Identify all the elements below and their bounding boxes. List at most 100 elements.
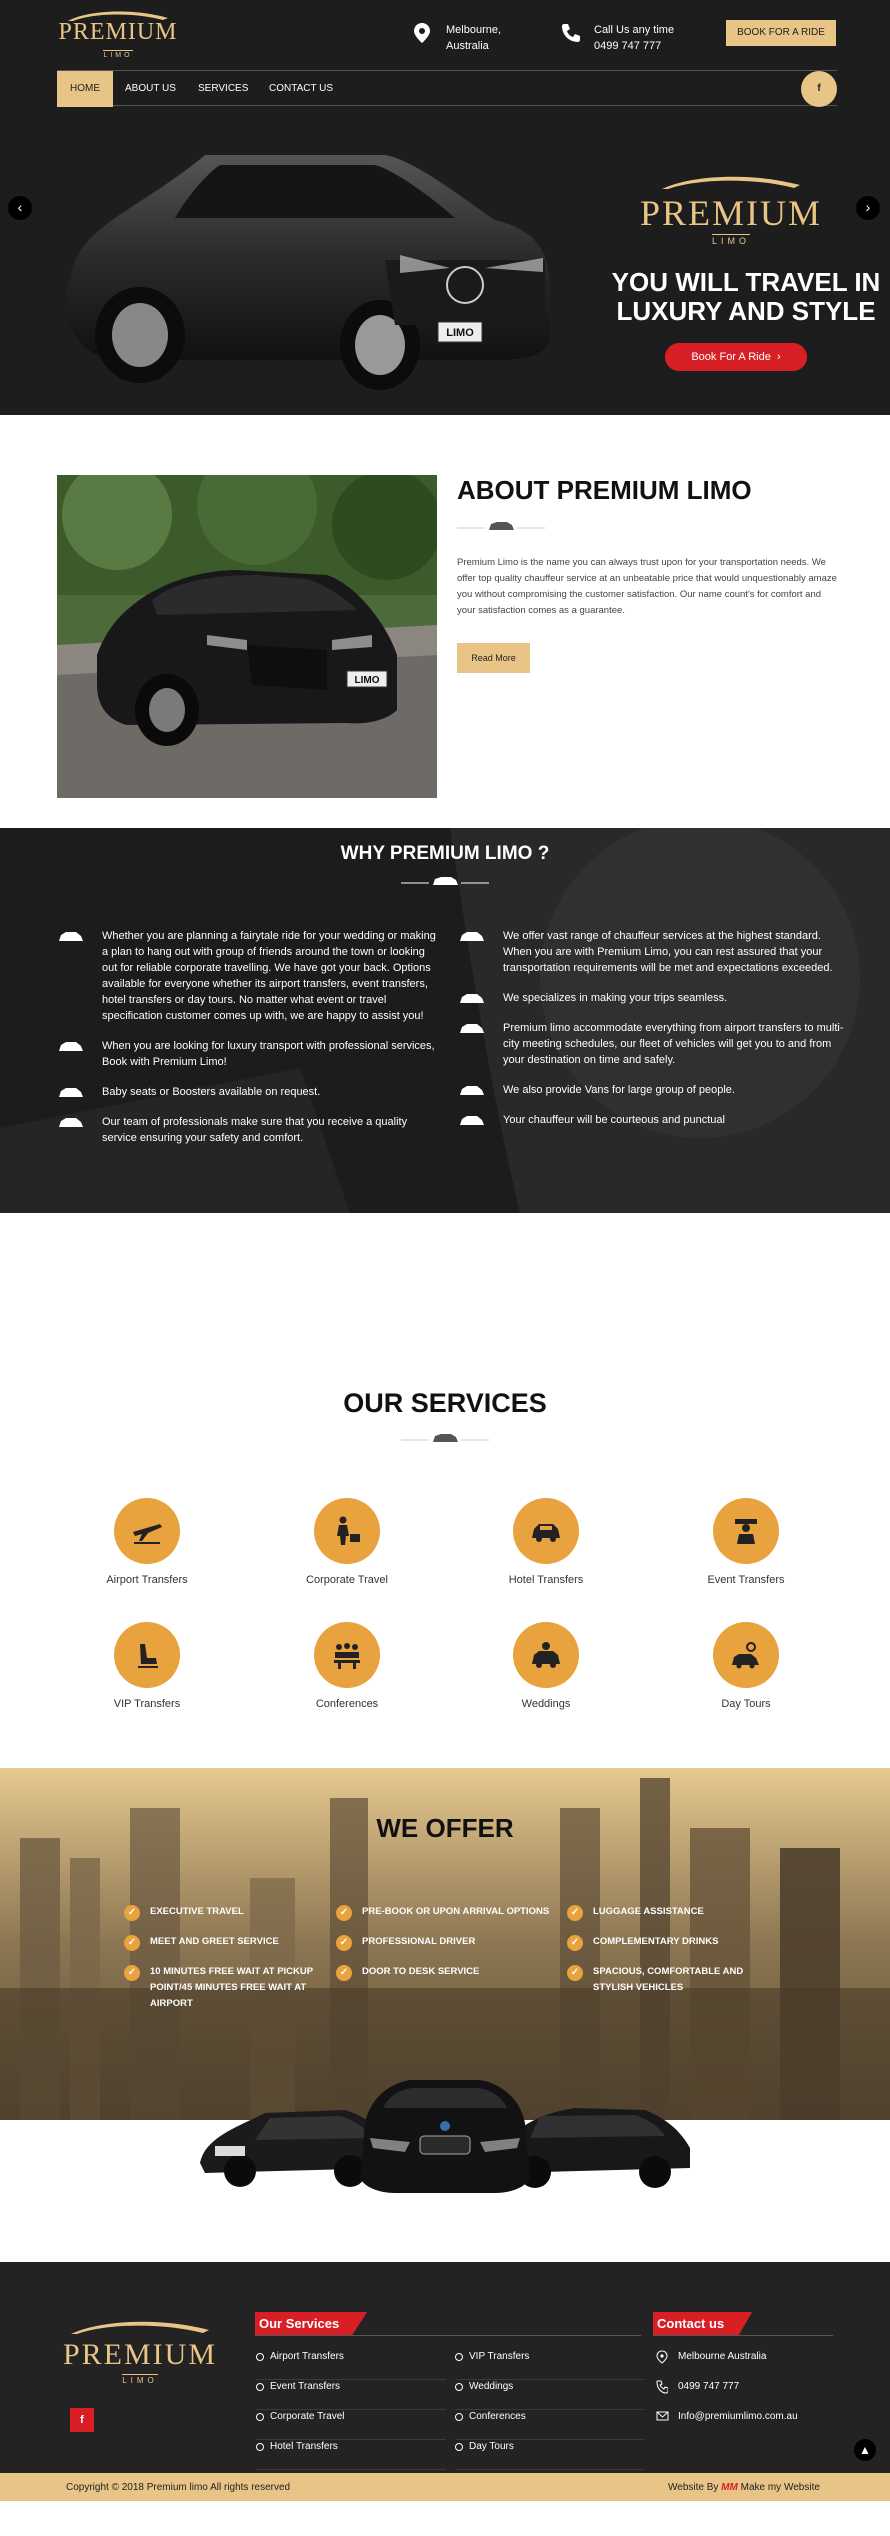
offer-column-3: ✓ LUGGAGE ASSISTANCE ✓ COMPLEMENTARY DRINK… <box>567 1904 757 2010</box>
logo-text: PREMIUM <box>58 19 178 45</box>
about-text: Premium Limo is the name you can always … <box>457 557 837 616</box>
envelope-icon <box>656 2411 669 2421</box>
car-divider-icon <box>401 1434 489 1442</box>
fleet-cars-image <box>200 2080 690 2193</box>
why-item: When you are looking for luxury transpor… <box>58 1038 443 1070</box>
offer-item: ✓ PRE-BOOK OR UPON ARRIVAL OPTIONS <box>336 1904 551 1921</box>
footer-link[interactable]: Hotel Transfers <box>256 2440 446 2470</box>
offer-text: SPACIOUS, COMFORTABLE AND STYLISH VEHICL… <box>593 1966 744 1993</box>
car-icon <box>460 932 484 941</box>
nav-about-us[interactable]: ABOUT US <box>112 71 189 107</box>
read-more-button[interactable]: Read More <box>457 643 530 673</box>
scroll-to-top-button[interactable]: ▲ <box>854 2439 876 2461</box>
phone-icon <box>656 2380 668 2394</box>
footer-logo[interactable]: PREMIUM LIMO <box>60 2317 220 2388</box>
footer-link[interactable]: Airport Transfers <box>256 2350 446 2380</box>
header-phone[interactable]: 0499 747 777 <box>594 38 674 54</box>
facebook-icon[interactable]: f <box>70 2408 94 2432</box>
hero-car-image: LIMO <box>66 155 551 390</box>
hero-logo: PREMIUM LIMO <box>636 172 826 249</box>
car-icon <box>59 1118 83 1127</box>
services-title: OUR SERVICES <box>343 1388 547 1418</box>
hero-book-button[interactable]: Book For A Ride › <box>665 343 807 371</box>
footer-link[interactable]: Conferences <box>455 2410 645 2440</box>
website-credit[interactable]: Website By MM Make my Website <box>668 2482 820 2493</box>
car-icon <box>460 1116 484 1125</box>
hero-book-label: Book For A Ride <box>691 351 771 363</box>
footer-link[interactable]: Corporate Travel <box>256 2410 446 2440</box>
footer-address: Melbourne Australia <box>654 2350 798 2380</box>
footer-link[interactable]: Day Tours <box>455 2440 645 2470</box>
service-corporate-travel[interactable]: Corporate Travel <box>262 1498 432 1586</box>
footer-link[interactable]: Weddings <box>455 2380 645 2410</box>
logo[interactable]: PREMIUM LIMO <box>58 8 178 60</box>
slider-next-button[interactable]: › <box>856 196 880 220</box>
why-item: Baby seats or Boosters available on requ… <box>58 1084 443 1100</box>
chevron-right-icon: › <box>773 351 781 363</box>
bottom-bar: Copyright © 2018 Premium limo All rights… <box>0 2473 890 2501</box>
offer-text: MEET AND GREET SERVICE <box>150 1936 279 1947</box>
footer-phone[interactable]: 0499 747 777 <box>654 2380 798 2410</box>
location-line1: Melbourne, <box>446 24 502 36</box>
offer-item: ✓ DOOR TO DESK SERVICE <box>336 1964 551 1981</box>
service-day-tours[interactable]: Day Tours <box>661 1622 831 1710</box>
why-text: Whether you are planning a fairytale rid… <box>102 930 436 1022</box>
make-my-website-logo: MM <box>721 2482 738 2493</box>
service-label: Corporate Travel <box>306 1574 388 1586</box>
facebook-icon[interactable]: f <box>801 71 837 107</box>
check-icon: ✓ <box>567 1935 583 1951</box>
why-text: We also provide Vans for large group of … <box>503 1084 735 1096</box>
nav-home[interactable]: HOME <box>57 71 113 107</box>
seat-icon <box>138 1644 158 1668</box>
why-text: We offer vast range of chauffeur service… <box>503 930 833 974</box>
map-pin-icon <box>414 23 430 43</box>
check-icon: ✓ <box>336 1905 352 1921</box>
offer-item: ✓ SPACIOUS, COMFORTABLE AND STYLISH VEHIC… <box>567 1964 757 1996</box>
phone-info: Call Us any time 0499 747 777 <box>560 22 674 54</box>
service-weddings[interactable]: Weddings <box>461 1622 631 1710</box>
footer-link[interactable]: VIP Transfers <box>455 2350 645 2380</box>
why-item: Your chauffeur will be courteous and pun… <box>459 1112 844 1128</box>
service-airport-transfers[interactable]: Airport Transfers <box>62 1498 232 1586</box>
about-section: LIMO ABOUT PREMIUM LIMO Premium Limo is … <box>0 415 890 828</box>
logo-tagline: LIMO <box>103 50 133 59</box>
footer-link[interactable]: Event Transfers <box>256 2380 446 2410</box>
airplane-icon <box>133 1524 162 1544</box>
offer-item: ✓ LUGGAGE ASSISTANCE <box>567 1904 757 1921</box>
service-label: Day Tours <box>721 1698 771 1710</box>
footer-email[interactable]: Info@premiumlimo.com.au <box>654 2410 798 2440</box>
service-hotel-transfers[interactable]: Hotel Transfers <box>461 1498 631 1586</box>
check-icon: ✓ <box>124 1965 140 1981</box>
check-icon: ✓ <box>336 1935 352 1951</box>
check-icon: ✓ <box>124 1935 140 1951</box>
car-icon <box>59 1088 83 1097</box>
services-section: OUR SERVICES Airport Transfers Corporate… <box>0 1213 890 1768</box>
why-left-column: Whether you are planning a fairytale rid… <box>58 928 443 1160</box>
slider-prev-button[interactable]: ‹ <box>8 196 32 220</box>
nav-services[interactable]: SERVICES <box>185 71 261 107</box>
offer-text: EXECUTIVE TRAVEL <box>150 1906 244 1917</box>
credit-suffix: Make my Website <box>740 2482 820 2493</box>
why-text: Baby seats or Boosters available on requ… <box>102 1086 321 1098</box>
hero-logo-tagline: LIMO <box>711 234 750 246</box>
book-ride-button[interactable]: BOOK FOR A RIDE <box>726 20 836 46</box>
arrow-up-icon: ▲ <box>859 2443 871 2457</box>
divider <box>653 2335 833 2336</box>
footer-contact-heading: Contact us <box>653 2312 753 2336</box>
tour-car-icon <box>732 1642 759 1669</box>
footer: PREMIUM LIMO f Our Services Airport Tran… <box>0 2262 890 2473</box>
wedding-car-icon <box>532 1642 560 1668</box>
offer-text: 10 MINUTES FREE WAIT AT PICKUP POINT/45 … <box>150 1966 313 2009</box>
car-swoosh-icon <box>71 2321 209 2334</box>
hero-plate-text: LIMO <box>446 327 474 339</box>
service-label: Weddings <box>521 1698 571 1710</box>
service-vip-transfers[interactable]: VIP Transfers <box>62 1622 232 1710</box>
meeting-icon <box>334 1643 360 1669</box>
service-conferences[interactable]: Conferences <box>262 1622 432 1710</box>
service-event-transfers[interactable]: Event Transfers <box>661 1498 831 1586</box>
phone-text: 0499 747 777 <box>678 2381 740 2392</box>
offer-text: DOOR TO DESK SERVICE <box>362 1966 480 1977</box>
nav-contact-us[interactable]: CONTACT US <box>256 71 346 107</box>
offer-item: ✓ PROFESSIONAL DRIVER <box>336 1934 551 1951</box>
car-icon <box>532 1524 560 1542</box>
